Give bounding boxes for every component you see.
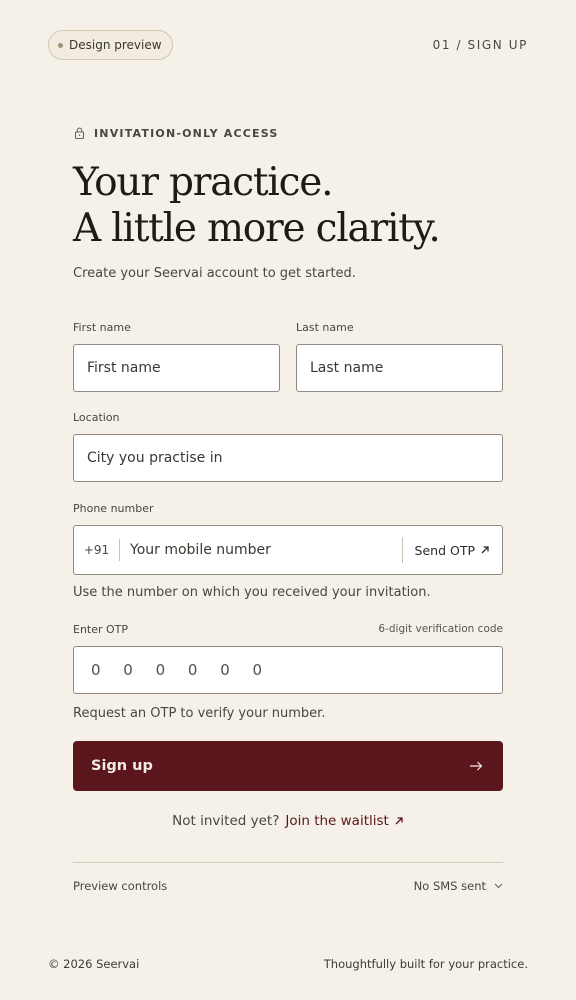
send-otp-label: Send OTP (414, 542, 475, 558)
otp-group: Enter OTP 6-digit verification code 0 0 … (73, 621, 503, 721)
otp-helper: Request an OTP to verify your number. (73, 706, 326, 721)
step-indicator: 01 / SIGN UP (432, 38, 528, 52)
join-waitlist-label: Join the waitlist (285, 813, 389, 829)
phone-label: Phone number (73, 501, 154, 515)
footer: © 2026 Seervai Thoughtfully built for yo… (48, 957, 528, 971)
not-invited-text: Not invited yet? (172, 813, 280, 829)
last-name-input[interactable]: Last name (296, 344, 503, 392)
last-name-group: Last name Last name (296, 319, 503, 392)
sms-state-select[interactable]: No SMS sent (414, 879, 503, 893)
phone-helper: Use the number on which you received you… (73, 585, 431, 600)
location-group: Location City you practise in (73, 409, 503, 482)
phone-group: Phone number +91 Your mobile number Send… (73, 500, 503, 600)
join-waitlist-link[interactable]: Join the waitlist (285, 813, 403, 829)
phone-input[interactable]: Your mobile number (120, 542, 402, 558)
waitlist-prompt: Not invited yet? Join the waitlist (73, 813, 503, 829)
otp-hint: 6-digit verification code (378, 623, 503, 635)
otp-label: Enter OTP (73, 622, 129, 636)
headline-line-1: Your practice. (73, 160, 334, 205)
phone-field: +91 Your mobile number Send OTP (73, 525, 503, 575)
page-title: Your practice. A little more clarity. (73, 160, 503, 252)
chevron-down-icon (494, 883, 503, 889)
arrow-right-icon (470, 761, 483, 771)
headline-line-2: A little more clarity. (73, 206, 441, 251)
first-name-label: First name (73, 320, 131, 334)
preview-controls-label: Preview controls (73, 879, 168, 893)
eyebrow: INVITATION-ONLY ACCESS (73, 126, 503, 140)
location-label: Location (73, 410, 120, 424)
otp-input[interactable]: 0 0 0 0 0 0 (73, 646, 503, 694)
first-name-input[interactable]: First name (73, 344, 280, 392)
arrow-up-right-icon (481, 546, 489, 554)
top-bar: Design preview 01 / SIGN UP (48, 30, 528, 60)
first-name-group: First name First name (73, 319, 280, 392)
arrow-up-right-icon (395, 817, 403, 825)
sms-state-value: No SMS sent (413, 879, 486, 893)
lock-icon (74, 127, 85, 140)
dot-icon (58, 42, 63, 48)
name-row: First name First name Last name Last nam… (73, 319, 503, 392)
country-code[interactable]: +91 (74, 539, 120, 561)
sign-up-button[interactable]: Sign up (73, 741, 503, 791)
sign-up-label: Sign up (91, 758, 153, 774)
last-name-label: Last name (296, 320, 354, 334)
preview-controls: Preview controls No SMS sent (73, 879, 503, 893)
subtitle: Create your Seervai account to get start… (73, 266, 356, 281)
design-preview-badge: Design preview (48, 30, 173, 60)
divider (73, 862, 503, 863)
footer-tagline: Thoughtfully built for your practice. (323, 957, 528, 971)
copyright: © 2026 Seervai (48, 957, 140, 971)
location-input[interactable]: City you practise in (73, 434, 503, 482)
design-preview-label: Design preview (69, 38, 162, 52)
signup-panel: INVITATION-ONLY ACCESS Your practice. A … (73, 126, 503, 893)
otp-label-row: Enter OTP 6-digit verification code (73, 621, 503, 637)
eyebrow-label: INVITATION-ONLY ACCESS (94, 126, 279, 140)
send-otp-button[interactable]: Send OTP (401, 537, 502, 563)
